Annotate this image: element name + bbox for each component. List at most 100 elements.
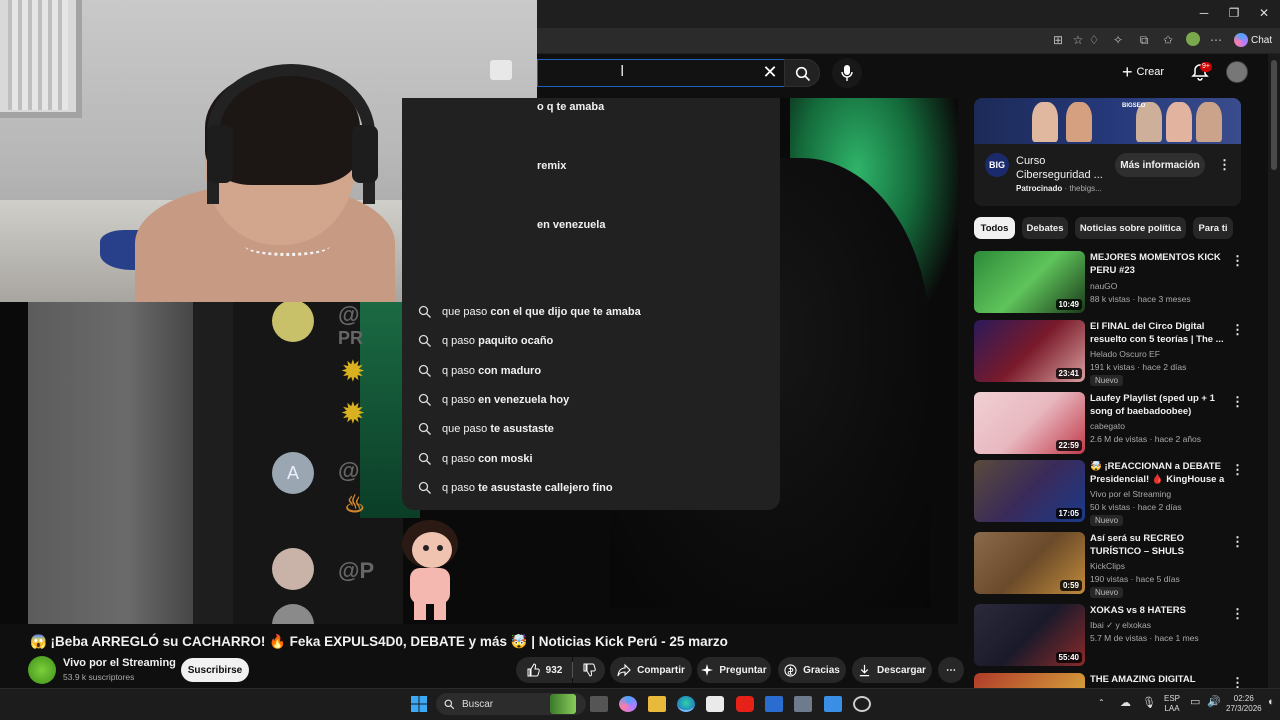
windows-start-icon[interactable]: [410, 696, 428, 712]
extensions-icon[interactable]: ✧: [1110, 33, 1126, 47]
language-indicator[interactable]: ESP LAA: [1164, 694, 1180, 714]
download-button[interactable]: Descargar: [852, 657, 932, 683]
recommendation-item[interactable]: 22:59 Laufey Playlist (sped up + 1 song …: [974, 392, 1264, 456]
share-button[interactable]: Compartir: [610, 657, 692, 683]
recommendation-menu-icon[interactable]: ⋮: [1231, 253, 1244, 269]
ad-more-info-button[interactable]: Más información: [1115, 153, 1205, 177]
copilot-app-icon[interactable]: [619, 696, 637, 712]
minimize-icon[interactable]: ─: [1196, 6, 1212, 20]
more-actions-button[interactable]: ⋯: [938, 657, 964, 683]
search-button[interactable]: [784, 59, 820, 87]
recommendation-title[interactable]: XOKAS vs 8 HATERS: [1090, 605, 1230, 618]
recommendation-channel[interactable]: Ibai ✓ y elxokas: [1090, 620, 1151, 631]
more-menu-icon[interactable]: ⋯: [1208, 33, 1224, 47]
video-thumbnail[interactable]: 23:41: [974, 320, 1085, 382]
split-screen-icon[interactable]: ⧉: [1136, 33, 1152, 48]
chip-for-you[interactable]: Para ti: [1193, 217, 1233, 239]
recommendation-menu-icon[interactable]: ⋮: [1231, 606, 1244, 622]
cloud-icon[interactable]: ☁: [1120, 698, 1131, 709]
search-suggestion[interactable]: que paso con el que dijo que te amaba: [402, 298, 780, 326]
app-grid-icon[interactable]: ⊞: [1050, 33, 1066, 47]
recommendation-item[interactable]: 17:05 🤯 ¡REACCIONAN a DEBATE Presidencia…: [974, 460, 1264, 526]
dislike-button[interactable]: [573, 657, 605, 683]
recommendation-menu-icon[interactable]: ⋮: [1231, 322, 1244, 338]
video-thumbnail[interactable]: [974, 673, 1085, 688]
recommendation-title[interactable]: 🤯 ¡REACCIONAN a DEBATE Presidencial! 🩸 K…: [1090, 461, 1230, 487]
favorite-star-icon[interactable]: ☆: [1070, 33, 1086, 47]
ad-banner-image[interactable]: [974, 98, 1241, 144]
recommendation-item[interactable]: 0:59 Así será su RECREO TURÍSTICO – SHUL…: [974, 532, 1264, 598]
account-avatar[interactable]: [1226, 61, 1248, 83]
copilot-chat-button[interactable]: Chat: [1234, 31, 1274, 49]
video-thumbnail[interactable]: 10:49: [974, 251, 1085, 313]
close-window-icon[interactable]: ✕: [1256, 6, 1272, 20]
video-thumbnail[interactable]: 22:59: [974, 392, 1085, 454]
recommendation-channel[interactable]: nauGO: [1090, 281, 1117, 291]
scrollbar-thumb[interactable]: [1271, 60, 1277, 170]
word-icon[interactable]: [765, 696, 783, 712]
channel-avatar[interactable]: [28, 656, 56, 684]
channel-name[interactable]: Vivo por el Streaming: [63, 657, 176, 669]
chip-politics-news[interactable]: Noticias sobre política: [1075, 217, 1186, 239]
video-thumbnail[interactable]: 0:59: [974, 532, 1085, 594]
store-icon[interactable]: [706, 696, 724, 712]
recommendation-item[interactable]: THE AMAZING DIGITAL CIRCUS ⋮: [974, 673, 1264, 688]
chip-debates[interactable]: Debates: [1022, 217, 1068, 239]
recommendation-title[interactable]: MEJORES MOMENTOS KICK PERU #23: [1090, 252, 1230, 277]
voice-search-button[interactable]: [832, 58, 862, 88]
create-button[interactable]: + Crear: [1122, 62, 1164, 82]
recommendation-menu-icon[interactable]: ⋮: [1231, 534, 1244, 550]
suggestion-fragment[interactable]: remix: [537, 160, 566, 172]
ad-title[interactable]: Curso Ciberseguridad ...: [1016, 154, 1111, 182]
recommendation-title[interactable]: El FINAL del Circo Digital resuelto con …: [1090, 321, 1230, 346]
search-suggestion[interactable]: que paso te asustaste: [402, 415, 780, 443]
notepad-icon[interactable]: [824, 696, 842, 712]
video-thumbnail[interactable]: 17:05: [974, 460, 1085, 522]
search-suggestion[interactable]: q paso con maduro: [402, 357, 780, 385]
task-view-icon[interactable]: [590, 696, 608, 712]
recommendation-menu-icon[interactable]: ⋮: [1231, 462, 1244, 478]
recommendation-channel[interactable]: Vivo por el Streaming: [1090, 489, 1171, 499]
like-button[interactable]: 932: [516, 657, 572, 683]
file-explorer-icon[interactable]: [648, 696, 666, 712]
notification-center-icon[interactable]: ◐: [1268, 697, 1275, 708]
clock[interactable]: 02:26 27/3/2026: [1226, 694, 1262, 714]
search-suggestion[interactable]: q paso en venezuela hoy: [402, 386, 780, 414]
recommendation-title[interactable]: Así será su RECREO TURÍSTICO – SHULS: [1090, 533, 1230, 558]
chip-all[interactable]: Todos: [974, 217, 1015, 239]
recommendation-item[interactable]: 10:49 MEJORES MOMENTOS KICK PERU #23 nau…: [974, 251, 1264, 315]
suggestion-fragment[interactable]: en venezuela: [537, 219, 605, 231]
clear-search-icon[interactable]: ✕: [760, 62, 780, 83]
suggestion-fragment[interactable]: o q te amaba: [537, 101, 604, 113]
search-input[interactable]: [537, 59, 784, 87]
recommendation-channel[interactable]: cabegato: [1090, 421, 1125, 431]
mic-tray-icon[interactable]: 🎙: [1142, 698, 1156, 709]
ad-menu-icon[interactable]: ⋮: [1218, 157, 1231, 173]
restore-icon[interactable]: ❐: [1226, 6, 1242, 20]
recommendation-title[interactable]: Laufey Playlist (sped up + 1 song of bae…: [1090, 393, 1230, 418]
search-highlight-icon[interactable]: [550, 694, 576, 714]
ask-button[interactable]: Preguntar: [697, 657, 771, 683]
recommendation-channel[interactable]: KickClips: [1090, 561, 1125, 571]
recommendation-menu-icon[interactable]: ⋮: [1231, 394, 1244, 410]
network-icon[interactable]: ▭: [1190, 697, 1200, 708]
youtube-app-icon[interactable]: [736, 696, 754, 712]
chatgpt-icon[interactable]: [853, 696, 871, 712]
recommendation-item[interactable]: 23:41 El FINAL del Circo Digital resuelt…: [974, 320, 1264, 386]
thanks-button[interactable]: Gracias: [778, 657, 846, 683]
search-suggestion[interactable]: q paso con moski: [402, 445, 780, 473]
recommendation-title[interactable]: THE AMAZING DIGITAL CIRCUS: [1090, 674, 1230, 688]
calculator-icon[interactable]: [794, 696, 812, 712]
favorites-icon[interactable]: ✩: [1160, 33, 1176, 47]
recommendation-channel[interactable]: Helado Oscuro EF: [1090, 349, 1160, 359]
tray-chevron-icon[interactable]: ⌃: [1098, 698, 1105, 708]
subscribe-button[interactable]: Suscribirse: [181, 658, 249, 682]
search-suggestion[interactable]: q paso te asustaste callejero fino: [402, 474, 780, 502]
volume-icon[interactable]: 🔊: [1207, 697, 1221, 708]
browser-profile-avatar[interactable]: [1186, 32, 1200, 46]
edge-browser-icon[interactable]: [677, 696, 695, 712]
recommendation-item[interactable]: 55:40 XOKAS vs 8 HATERS Ibai ✓ y elxokas…: [974, 604, 1264, 668]
video-thumbnail[interactable]: 55:40: [974, 604, 1085, 666]
ad-brand-icon[interactable]: BIG: [985, 153, 1009, 177]
bell-outline-icon[interactable]: ♢: [1086, 33, 1102, 47]
